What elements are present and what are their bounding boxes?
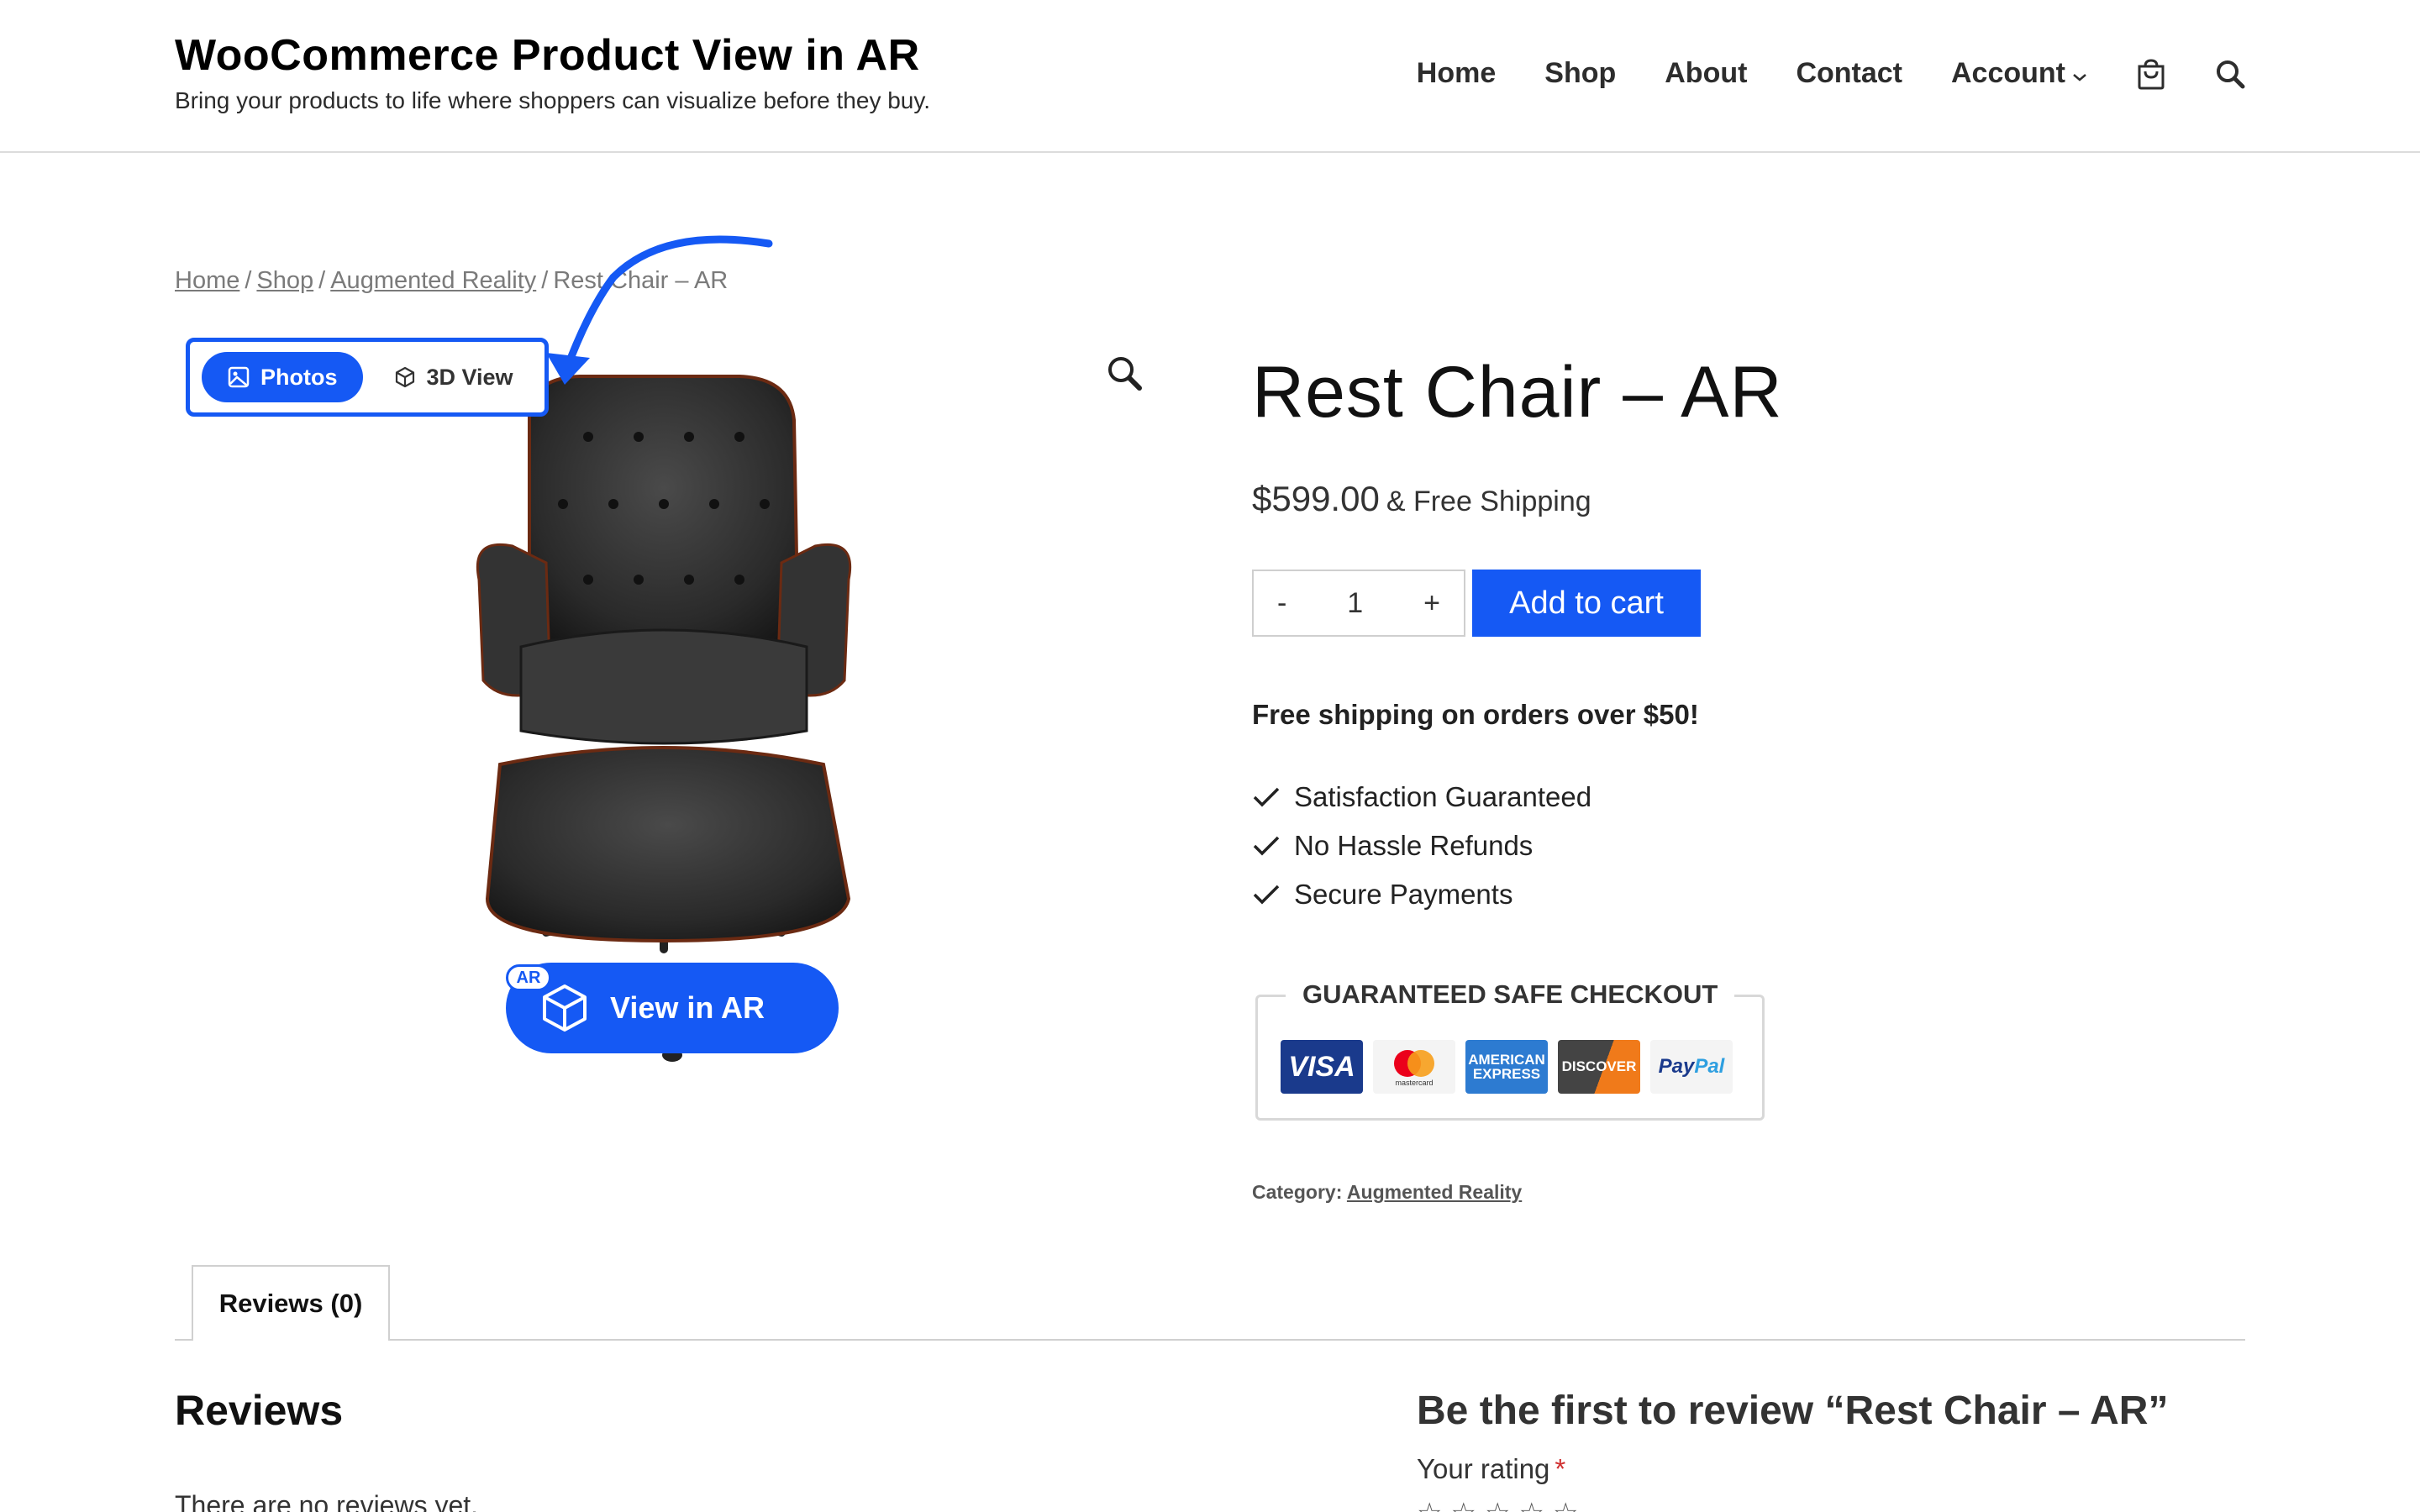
qty-plus-button[interactable]: + [1423, 587, 1440, 620]
zoom-icon[interactable] [1106, 354, 1143, 391]
reviews-heading: Reviews [175, 1387, 344, 1434]
annotation-arrow [546, 235, 773, 385]
chevron-down-icon [2072, 57, 2087, 90]
mastercard-icon: mastercard [1373, 1040, 1455, 1094]
product-title: Rest Chair – AR [1252, 352, 1783, 433]
benefit-label: Secure Payments [1294, 879, 1513, 910]
tab-reviews[interactable]: Reviews (0) [192, 1265, 390, 1341]
product-price: $599.00 [1252, 479, 1380, 518]
required-mark: * [1555, 1453, 1566, 1484]
breadcrumb-shop[interactable]: Shop [256, 267, 313, 294]
quantity-stepper: - 1 + [1252, 570, 1465, 637]
breadcrumb-separator: / [245, 267, 252, 294]
paypal-part2: Pal [1694, 1055, 1725, 1078]
product-image[interactable] [454, 361, 874, 1067]
nav-home[interactable]: Home [1417, 57, 1496, 90]
3d-view-label: 3D View [426, 364, 513, 390]
nav-account-label: Account [1951, 57, 2065, 89]
3d-view-tab[interactable]: 3D View [368, 352, 539, 402]
list-item: No Hassle Refunds [1252, 822, 1591, 870]
breadcrumb-category[interactable]: Augmented Reality [330, 267, 536, 294]
view-in-ar-label: View in AR [610, 990, 765, 1025]
quantity-input[interactable]: 1 [1347, 587, 1363, 620]
visa-icon: VISA [1281, 1040, 1363, 1094]
category-link[interactable]: Augmented Reality [1347, 1181, 1522, 1203]
rating-label: Your rating * [1417, 1453, 1565, 1485]
cube-icon [395, 366, 414, 388]
free-shipping-note: Free shipping on orders over $50! [1252, 699, 1699, 730]
nav-contact[interactable]: Contact [1796, 57, 1902, 90]
star-icon[interactable]: ☆ [1417, 1497, 1442, 1512]
rating-label-text: Your rating [1417, 1453, 1550, 1484]
paypal-part1: Pay [1658, 1055, 1695, 1078]
amex-icon: AMERICAN EXPRESS [1465, 1040, 1548, 1094]
tabs-divider [175, 1339, 2245, 1341]
main-nav: Home Shop About Contact Account [1368, 57, 2245, 90]
nav-account[interactable]: Account [1951, 57, 2087, 90]
nav-shop[interactable]: Shop [1544, 57, 1616, 90]
ar-badge: AR [506, 964, 551, 991]
price-line: $599.00 & Free Shipping [1252, 479, 1591, 519]
ar-cube-icon [543, 984, 587, 1032]
star-icon[interactable]: ☆ [1450, 1497, 1476, 1512]
amex-line1: AMERICAN [1468, 1052, 1545, 1068]
breadcrumb-home[interactable]: Home [175, 267, 239, 294]
image-icon [228, 366, 250, 388]
benefit-label: Satisfaction Guaranteed [1294, 781, 1592, 812]
check-icon [1253, 836, 1280, 856]
media-toggle: Photos 3D View [186, 338, 549, 417]
amex-line2: EXPRESS [1472, 1066, 1541, 1082]
view-in-ar-button[interactable]: View in AR [506, 963, 839, 1053]
search-icon[interactable] [2215, 59, 2245, 89]
site-tagline: Bring your products to life where shoppe… [175, 87, 931, 113]
list-item: Secure Payments [1252, 870, 1591, 919]
star-rating-input: ☆ ☆ ☆ ☆ ☆ [1417, 1497, 1586, 1512]
discover-icon: DISCOVER [1558, 1040, 1640, 1094]
header-divider [0, 151, 2420, 153]
payment-cards: VISA mastercard AMERICAN EXPRESS DISCOVE… [1281, 1040, 1743, 1094]
breadcrumb-separator: / [318, 267, 326, 294]
product-category: Category: Augmented Reality [1252, 1181, 1522, 1204]
benefit-list: Satisfaction Guaranteed No Hassle Refund… [1252, 773, 1591, 919]
nav-about[interactable]: About [1665, 57, 1747, 90]
photos-label: Photos [260, 364, 338, 390]
check-icon [1253, 787, 1280, 807]
star-icon[interactable]: ☆ [1518, 1497, 1544, 1512]
benefit-label: No Hassle Refunds [1294, 830, 1534, 861]
shipping-suffix: & Free Shipping [1386, 486, 1591, 517]
list-item: Satisfaction Guaranteed [1252, 773, 1591, 822]
star-icon[interactable]: ☆ [1553, 1497, 1578, 1512]
no-reviews-text: There are no reviews yet. [175, 1490, 479, 1512]
category-label: Category: [1252, 1181, 1343, 1203]
safe-checkout-title: GUARANTEED SAFE CHECKOUT [1286, 979, 1735, 1010]
photos-tab[interactable]: Photos [202, 352, 363, 402]
qty-minus-button[interactable]: - [1277, 587, 1286, 620]
review-form-title: Be the first to review “Rest Chair – AR” [1417, 1389, 2169, 1433]
paypal-icon: Pay Pal [1650, 1040, 1733, 1094]
add-to-cart-button[interactable]: Add to cart [1472, 570, 1701, 637]
star-icon[interactable]: ☆ [1485, 1497, 1510, 1512]
cart-icon[interactable] [2136, 58, 2166, 90]
check-icon [1253, 885, 1280, 905]
mastercard-label: mastercard [1395, 1079, 1434, 1087]
site-title[interactable]: WooCommerce Product View in AR [175, 30, 920, 81]
